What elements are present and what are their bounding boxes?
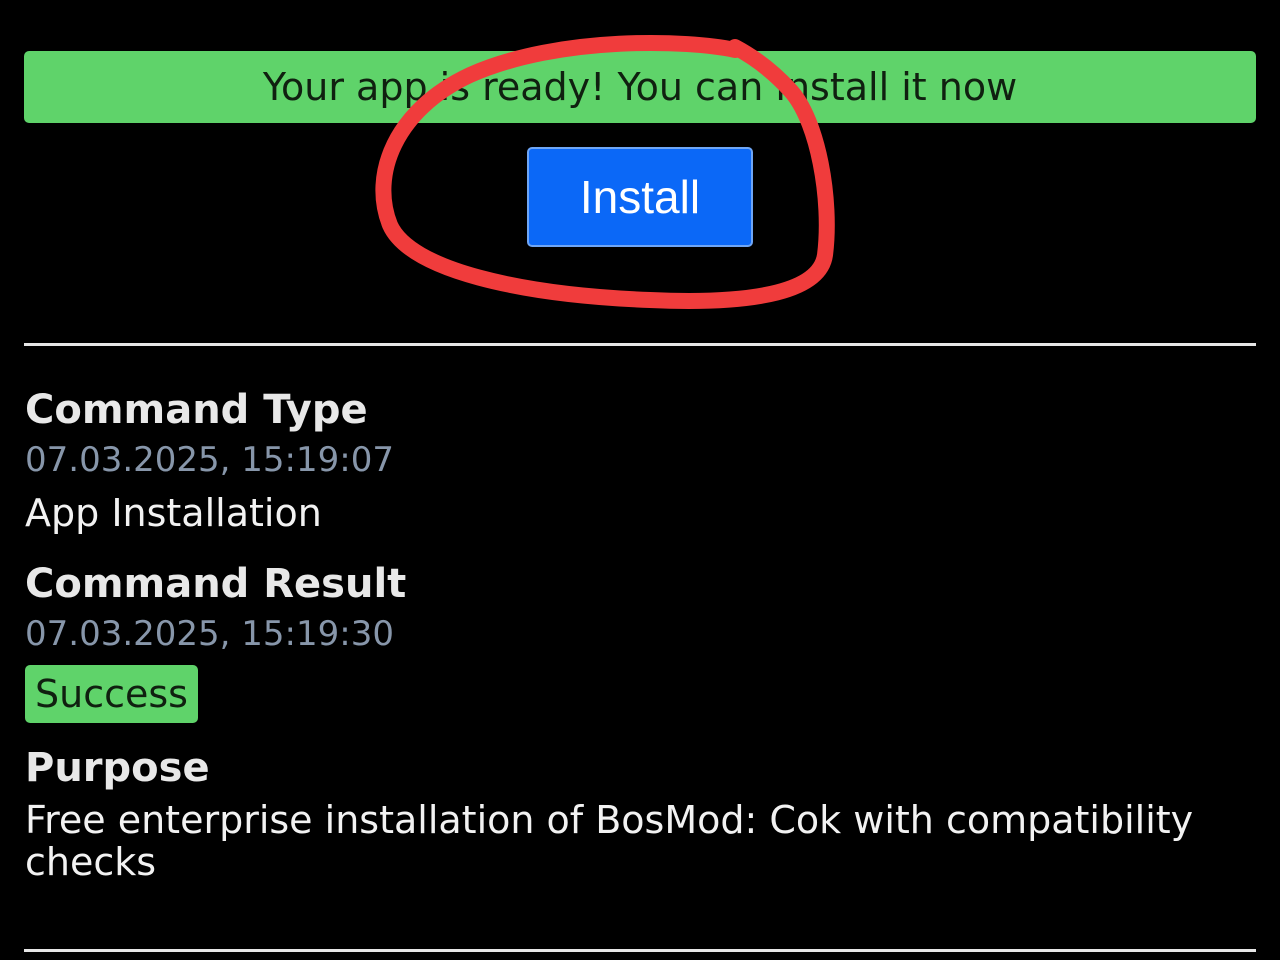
ready-banner: Your app is ready! You can install it no… — [24, 51, 1256, 123]
top-divider — [24, 343, 1256, 346]
install-button-container: Install — [0, 147, 1280, 247]
command-result-timestamp: 07.03.2025, 15:19:30 — [25, 614, 394, 654]
install-button[interactable]: Install — [527, 147, 753, 247]
bottom-divider — [24, 949, 1256, 952]
command-type-timestamp: 07.03.2025, 15:19:07 — [25, 440, 394, 480]
command-type-label: Command Type — [25, 387, 368, 433]
purpose-value: Free enterprise installation of BosMod: … — [25, 798, 1194, 884]
command-type-value: App Installation — [25, 491, 322, 535]
purpose-label: Purpose — [25, 745, 210, 791]
status-badge: Success — [25, 665, 198, 723]
command-result-label: Command Result — [25, 561, 407, 607]
ready-banner-text: Your app is ready! You can install it no… — [262, 65, 1018, 109]
command-details: Command Type 07.03.2025, 15:19:07 App In… — [25, 385, 1257, 883]
